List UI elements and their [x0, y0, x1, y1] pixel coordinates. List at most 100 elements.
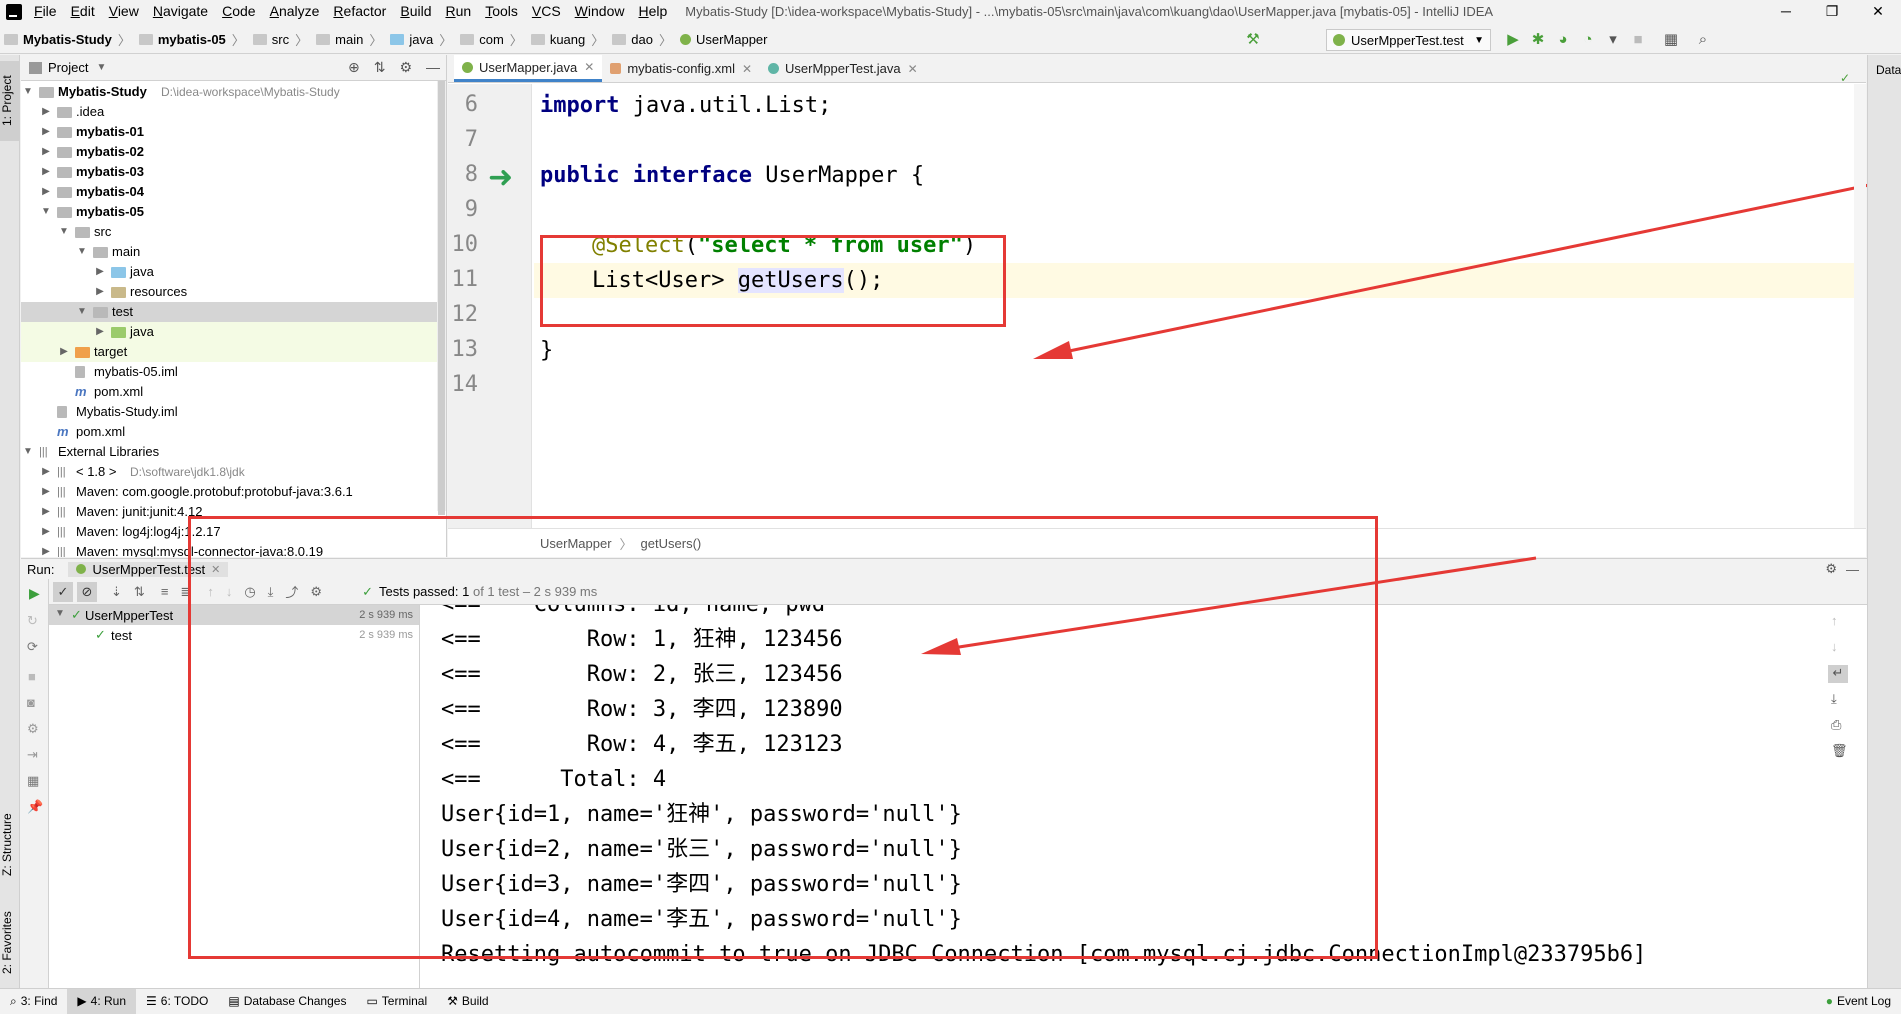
show-ignored-icon[interactable]: ⊘ [77, 581, 97, 602]
pin-icon[interactable]: 📌 [27, 799, 43, 815]
database-changes-tool-button[interactable]: ▤ Database Changes [218, 989, 356, 1014]
trash-icon[interactable]: 🗑 [1831, 743, 1848, 759]
menu-vcs[interactable]: VCS [526, 0, 569, 23]
menu-run[interactable]: Run [439, 0, 479, 23]
export-icon[interactable]: ⇥ [27, 747, 38, 763]
profile-icon[interactable]: ◔ [1580, 32, 1596, 48]
rerun-failed-icon[interactable]: ↻ [27, 613, 38, 629]
tree-item-mybatis-05-iml[interactable]: mybatis-05.iml [21, 362, 446, 382]
up-arrow-icon[interactable]: ↑ [1831, 613, 1838, 628]
debug-icon[interactable]: ✱ [1530, 32, 1546, 48]
terminal-tool-button[interactable]: ▭ Terminal [356, 989, 437, 1014]
menu-view[interactable]: View [103, 0, 147, 23]
collapse-all-icon[interactable]: ⇅ [374, 59, 386, 76]
close-icon[interactable]: ✕ [908, 62, 918, 76]
menu-navigate[interactable]: Navigate [147, 0, 216, 23]
tree-item-resources[interactable]: ▶ resources [21, 282, 446, 302]
tree-item-module-pom[interactable]: m pom.xml [21, 382, 446, 402]
print-icon[interactable]: ⎙ [1831, 717, 1841, 733]
search-everywhere-icon[interactable]: ⌕ [1695, 32, 1711, 48]
run-icon[interactable]: ▶ [1505, 32, 1521, 48]
camera-icon[interactable]: ◙ [27, 695, 35, 710]
soft-wrap-icon[interactable]: ↵ [1828, 665, 1848, 683]
menu-build[interactable]: Build [394, 0, 439, 23]
menu-file[interactable]: File [28, 0, 65, 23]
tree-item-mybatis-01[interactable]: ▶ mybatis-01 [21, 122, 446, 142]
tree-item-idea[interactable]: ▶ .idea [21, 102, 446, 122]
tree-item-mybatis-02[interactable]: ▶ mybatis-02 [21, 142, 446, 162]
crumb-com[interactable]: com 〉 [456, 26, 527, 54]
coverage-icon[interactable]: ◕ [1555, 32, 1571, 48]
tree-item-main[interactable]: ▼ main [21, 242, 446, 262]
tree-item-main-java[interactable]: ▶ java [21, 262, 446, 282]
tree-item-jdk[interactable]: ▶ ||| < 1.8 > D:\software\jdk1.8\jdk [21, 462, 446, 482]
tree-item-root-pom[interactable]: m pom.xml [21, 422, 446, 442]
tab-usermapper-java[interactable]: UserMapper.java ✕ [454, 55, 603, 82]
tree-item-external-libraries[interactable]: ▼ ||| External Libraries [21, 442, 446, 462]
tree-item-mybatis-05[interactable]: ▼ mybatis-05 [21, 202, 446, 222]
sort-duration-icon[interactable]: ⇅ [134, 584, 145, 600]
crumb-dao[interactable]: dao 〉 [608, 26, 676, 54]
editor-scrollbar[interactable] [1854, 84, 1866, 528]
crumb-kuang[interactable]: kuang 〉 [527, 26, 608, 54]
layout-icon[interactable]: ▦ [27, 773, 39, 789]
expand-all-icon[interactable]: ≡ [161, 584, 169, 599]
menu-window[interactable]: Window [569, 0, 633, 23]
rerun-icon[interactable]: ▶ [29, 585, 40, 602]
minimize-icon[interactable]: ─ [1763, 0, 1809, 23]
tab-mybatis-config-xml[interactable]: mybatis-config.xml ✕ [602, 55, 760, 82]
find-tool-button[interactable]: ⌕ 3: Find [0, 989, 67, 1014]
menu-edit[interactable]: Edit [65, 0, 103, 23]
scroll-to-end-icon[interactable]: ⤓ [1831, 691, 1837, 707]
project-tool-tab[interactable]: 1: Project [0, 61, 20, 141]
hide-icon[interactable]: — [426, 59, 440, 76]
gear-icon[interactable]: ⚙ [399, 59, 412, 76]
tree-item-mybatis-study-iml[interactable]: Mybatis-Study.iml [21, 402, 446, 422]
stop-icon[interactable]: ■ [28, 669, 36, 684]
down-arrow-icon[interactable]: ↓ [1831, 639, 1838, 654]
gear-icon[interactable]: ⚙ [1825, 561, 1837, 577]
close-icon[interactable]: ✕ [742, 62, 752, 76]
inspection-ok-icon[interactable]: ✓ [1840, 71, 1850, 85]
tree-item-target[interactable]: ▶ target [21, 342, 446, 362]
menu-tools[interactable]: Tools [479, 0, 526, 23]
event-log-button[interactable]: ● Event Log [1816, 989, 1901, 1014]
tree-item-test-java[interactable]: ▶ java [21, 322, 446, 342]
crumb-project[interactable]: Mybatis-Study 〉 [0, 26, 135, 54]
sort-alpha-icon[interactable]: ⇣ [111, 584, 122, 600]
database-tool-tab[interactable]: Data [1876, 63, 1901, 77]
structure-tool-tab[interactable]: Z: Structure [0, 800, 20, 890]
tree-item-mybatis-study[interactable]: ▼ Mybatis-Study D:\idea-workspace\Mybatis-… [21, 82, 446, 102]
toggle-autotest-icon[interactable]: ⟳ [27, 639, 38, 655]
crumb-main[interactable]: main 〉 [312, 26, 386, 54]
implementation-arrow-icon[interactable]: ➜ [488, 163, 513, 193]
crumb-usermapper[interactable]: UserMapper [676, 26, 772, 54]
tab-usermppertest-java[interactable]: UserMpperTest.java ✕ [760, 55, 926, 82]
hide-icon[interactable]: — [1846, 562, 1859, 577]
todo-tool-button[interactable]: ☰ 6: TODO [136, 989, 218, 1014]
show-passed-icon[interactable]: ✓ [53, 581, 73, 602]
menu-analyze[interactable]: Analyze [264, 0, 328, 23]
build-tool-button[interactable]: ⚒ Build [437, 989, 498, 1014]
project-structure-icon[interactable]: ▦ [1663, 32, 1679, 48]
tree-item-protobuf[interactable]: ▶ ||| Maven: com.google.protobuf:protobuf-… [21, 482, 446, 502]
project-scrollbar[interactable] [437, 81, 446, 515]
crumb-module[interactable]: mybatis-05 〉 [135, 26, 249, 54]
crumb-src[interactable]: src 〉 [249, 26, 312, 54]
tree-item-test[interactable]: ▼ test [21, 302, 446, 322]
more-run-icon[interactable]: ▾ [1605, 32, 1621, 48]
project-panel-title[interactable]: Project [48, 60, 88, 75]
tree-item-src[interactable]: ▼ src [21, 222, 446, 242]
chevron-down-icon[interactable]: ▼ [96, 62, 106, 73]
menu-code[interactable]: Code [216, 0, 263, 23]
tree-item-mybatis-03[interactable]: ▶ mybatis-03 [21, 162, 446, 182]
restore-layout-icon[interactable]: ⚙ [27, 721, 39, 737]
menu-help[interactable]: Help [632, 0, 675, 23]
menu-refactor[interactable]: Refactor [327, 0, 394, 23]
stop-icon[interactable]: ■ [1630, 32, 1646, 48]
crumb-java[interactable]: java 〉 [386, 26, 456, 54]
favorites-tool-tab[interactable]: 2: Favorites [0, 895, 20, 990]
restore-icon[interactable]: ❐ [1809, 0, 1855, 23]
locate-icon[interactable]: ⊕ [348, 59, 360, 76]
close-icon[interactable]: ✕ [584, 60, 594, 74]
